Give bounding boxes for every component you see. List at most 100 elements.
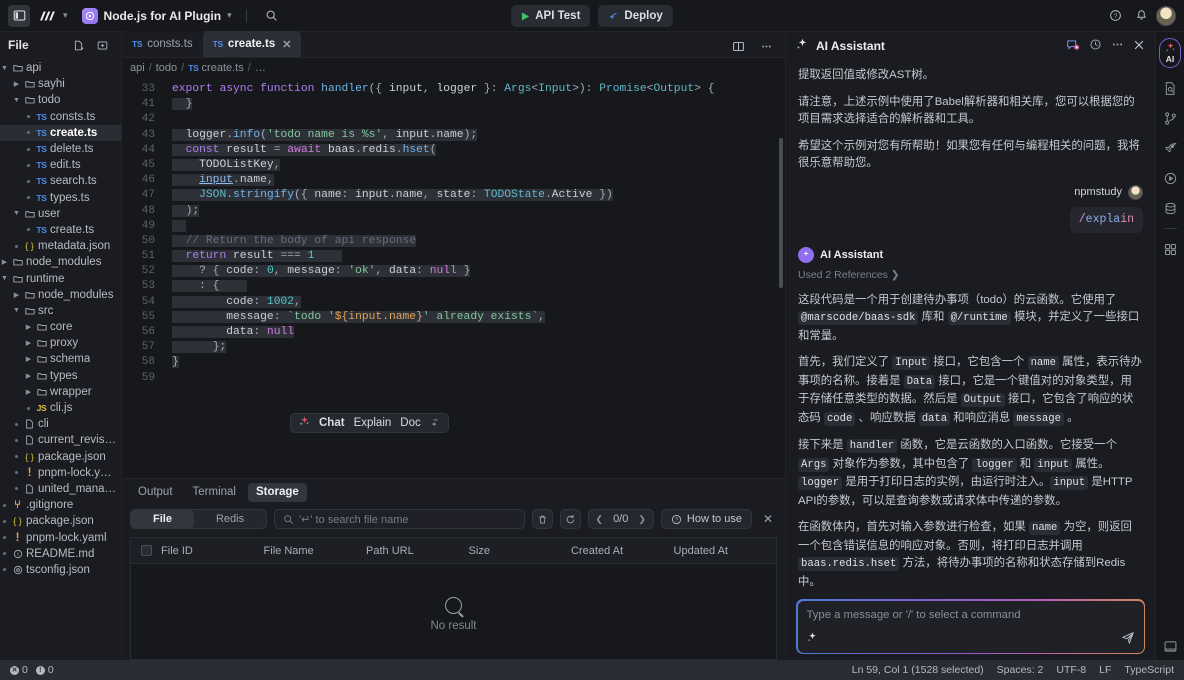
chevron-right-icon[interactable]: ▶ (24, 355, 33, 363)
inline-expand-icon[interactable] (430, 417, 440, 430)
tree-item-cli[interactable]: cli (0, 416, 121, 432)
new-folder-icon[interactable] (91, 34, 113, 56)
file-search-box[interactable]: '↵' to search file name (274, 509, 524, 529)
how-to-use-button[interactable]: ? How to use (661, 509, 752, 529)
tree-item-package-json[interactable]: { }package.json (0, 513, 121, 529)
tree-item-create-ts[interactable]: TScreate.ts (0, 125, 121, 141)
tree-item-readme-md[interactable]: iREADME.md (0, 546, 121, 562)
chevron-down-icon[interactable]: ▼ (12, 307, 21, 314)
tree-item-consts-ts[interactable]: TSconsts.ts (0, 109, 121, 125)
tree-item-src[interactable]: ▼src (0, 303, 121, 319)
storage-segment-redis[interactable]: Redis (194, 510, 266, 528)
project-chevron-down-icon[interactable]: ▾ (227, 10, 232, 21)
storage-segment-file[interactable]: File (131, 510, 194, 528)
user-avatar[interactable] (1156, 6, 1176, 26)
rail-ai-button[interactable]: AI (1159, 38, 1181, 68)
breadcrumb-item-3[interactable]: … (255, 62, 266, 74)
breadcrumb[interactable]: api/todo/TS create.ts/… (122, 58, 785, 78)
tree-item-edit-ts[interactable]: TSedit.ts (0, 157, 121, 173)
tree-item-cli-js[interactable]: JScli.js (0, 400, 121, 416)
editor-tab-create-ts[interactable]: TScreate.ts✕ (203, 31, 302, 57)
database-icon[interactable] (1159, 198, 1181, 218)
chevron-down-icon[interactable]: ▼ (0, 65, 9, 72)
panel-toggle-icon[interactable] (8, 5, 30, 27)
tree-item-pnpm-lock-yaml[interactable]: !pnpm-lock.yaml (0, 529, 121, 545)
tree-item-delete-ts[interactable]: TSdelete.ts (0, 141, 121, 157)
tree-item-schema[interactable]: ▶schema (0, 351, 121, 367)
code-content[interactable]: export async function handler({ input, l… (162, 78, 785, 478)
search-icon[interactable] (261, 5, 283, 27)
tree-item-tsconfig-json[interactable]: tsconfig.json (0, 562, 121, 578)
editor-tab-consts-ts[interactable]: TSconsts.ts (122, 31, 203, 57)
tree-item-search-ts[interactable]: TSsearch.ts (0, 173, 121, 189)
select-all-checkbox[interactable] (141, 545, 152, 556)
chevron-right-icon[interactable]: ▶ (12, 291, 21, 299)
warning-badge[interactable]: ! 0 (36, 664, 54, 676)
tree-item--gitignore[interactable]: ⑂.gitignore (0, 497, 121, 513)
code-editor[interactable]: 3341424344454647484950515253545556575859… (122, 78, 785, 478)
extensions-grid-icon[interactable] (1159, 239, 1181, 259)
rocket-deploy-icon[interactable] (1159, 138, 1181, 158)
history-clock-icon[interactable] (1089, 38, 1102, 54)
file-tree[interactable]: ▼api▶sayhi▼todoTSconsts.tsTScreate.tsTSd… (0, 58, 121, 660)
tree-item-metadata-json[interactable]: { }metadata.json (0, 238, 121, 254)
api-test-button[interactable]: API Test (511, 5, 590, 27)
bottom-panel-tabs[interactable]: OutputTerminalStorage (122, 479, 785, 505)
tree-item-runtime[interactable]: ▼runtime (0, 270, 121, 286)
tree-item-pnpm-lock-ya-[interactable]: !pnpm-lock.ya… (0, 465, 121, 481)
tree-item-sayhi[interactable]: ▶sayhi (0, 76, 121, 92)
tree-item-user[interactable]: ▼user (0, 206, 121, 222)
project-selector[interactable]: Node.js for AI Plugin ▾ (82, 8, 232, 24)
close-icon[interactable] (1133, 39, 1145, 54)
chevron-right-icon[interactable]: ▶ (24, 388, 33, 396)
chevron-right-icon[interactable]: ▶ (0, 258, 9, 266)
tree-item-node-modules[interactable]: ▶node_modules (0, 287, 121, 303)
logo-chevron-down-icon[interactable]: ▾ (63, 10, 68, 21)
inline-explain-action[interactable]: Explain (354, 417, 392, 429)
more-horizontal-icon[interactable] (755, 35, 777, 57)
inline-chat-action[interactable]: Chat (319, 417, 345, 429)
help-circle-icon[interactable]: ? (1104, 5, 1126, 27)
tree-item-create-ts[interactable]: TScreate.ts (0, 222, 121, 238)
breadcrumb-item-0[interactable]: api (130, 62, 145, 74)
tree-item-current-revisi-[interactable]: current_revisi… (0, 432, 121, 448)
tree-item-node-modules[interactable]: ▶node_modules (0, 254, 121, 270)
tree-item-types-ts[interactable]: TStypes.ts (0, 190, 121, 206)
more-horizontal-icon[interactable] (1111, 38, 1124, 54)
close-tab-icon[interactable]: ✕ (282, 38, 291, 51)
breadcrumb-item-1[interactable]: todo (156, 62, 177, 74)
line-ending[interactable]: LF (1099, 664, 1111, 676)
bottom-tab-output[interactable]: Output (130, 483, 181, 502)
breadcrumb-item-2[interactable]: TS create.ts (188, 62, 244, 74)
inline-ai-widget[interactable]: Chat Explain Doc (290, 413, 449, 433)
tree-item-todo[interactable]: ▼todo (0, 92, 121, 108)
chevron-right-icon[interactable]: ▶ (24, 372, 33, 380)
inline-doc-action[interactable]: Doc (400, 417, 420, 429)
trash-icon[interactable] (532, 509, 553, 529)
tree-item-united-mana-[interactable]: united_mana… (0, 481, 121, 497)
encoding[interactable]: UTF-8 (1056, 664, 1086, 676)
ai-conversation[interactable]: 提取返回值或修改AST树。请注意，上述示例中使用了Babel解析器和相关库，您可… (786, 60, 1155, 591)
tree-item-wrapper[interactable]: ▶wrapper (0, 384, 121, 400)
chevron-down-icon[interactable]: ▼ (12, 210, 21, 217)
marscode-logo-icon[interactable]: ▾ (40, 9, 68, 23)
chevron-down-icon[interactable]: ▼ (0, 275, 9, 282)
refresh-icon[interactable] (560, 509, 581, 529)
sparkle-icon[interactable] (807, 632, 818, 646)
deploy-button[interactable]: Deploy (598, 5, 672, 27)
storage-pager[interactable]: ❮ 0/0 ❯ (588, 509, 654, 529)
chevron-right-icon[interactable]: ▶ (12, 80, 21, 88)
chevron-left-icon[interactable]: ❮ (596, 514, 604, 525)
run-play-icon[interactable] (1159, 168, 1181, 188)
bell-icon[interactable] (1130, 5, 1152, 27)
close-panel-icon[interactable]: ✕ (759, 512, 777, 526)
source-control-icon[interactable] (1159, 108, 1181, 128)
split-editor-icon[interactable] (727, 35, 749, 57)
editor-scrollbar[interactable] (779, 138, 783, 288)
language-mode[interactable]: TypeScript (1124, 664, 1174, 676)
send-icon[interactable] (1121, 631, 1135, 648)
tree-item-core[interactable]: ▶core (0, 319, 121, 335)
ai-input-box[interactable]: Type a message or '/' to select a comman… (798, 601, 1144, 653)
error-badge[interactable]: ✕ 0 (10, 664, 28, 676)
chevron-right-icon[interactable]: ▶ (24, 323, 33, 331)
